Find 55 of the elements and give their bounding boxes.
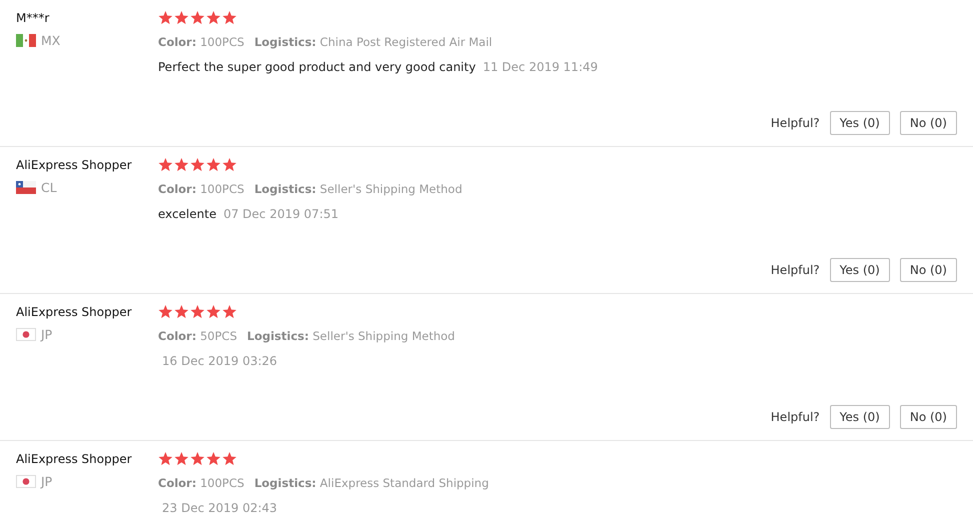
- review-text: Perfect the super good product and very good canity: [158, 60, 476, 74]
- star-icon: [206, 305, 221, 319]
- color-info: Color: 50PCS: [158, 328, 238, 345]
- review-date: 23 Dec 2019 02:43: [162, 501, 278, 515]
- yes-button[interactable]: Yes (0): [830, 258, 890, 282]
- country-code: JP: [41, 474, 52, 489]
- star-icon: [190, 305, 205, 319]
- review-date: 16 Dec 2019 03:26: [162, 354, 278, 368]
- logistics-info: Logistics: Seller's Shipping Method: [254, 181, 462, 198]
- logistics-info: Logistics: AliExpress Standard Shipping: [254, 475, 489, 492]
- reviewer-name: AliExpress Shopper: [16, 451, 133, 468]
- review-date: 11 Dec 2019 11:49: [482, 60, 598, 74]
- star-icon: [190, 11, 205, 25]
- star-icon: [158, 452, 173, 466]
- logistics-info: Logistics: Seller's Shipping Method: [247, 328, 455, 345]
- color-info: Color: 100PCS: [158, 181, 244, 198]
- helpful-label: Helpful?: [770, 410, 820, 424]
- star-icon: [158, 305, 173, 319]
- star-icon: [190, 158, 205, 172]
- star-icon: [174, 452, 189, 466]
- review-text: excelente: [158, 207, 216, 221]
- no-button[interactable]: No (0): [900, 405, 957, 430]
- star-icon: [174, 305, 189, 319]
- star-icon: [206, 158, 221, 172]
- flag-icon: [16, 328, 36, 341]
- star-icon: [174, 11, 189, 25]
- helpful-label: Helpful?: [770, 116, 820, 130]
- star-icon: [222, 452, 237, 466]
- star-icon: [206, 11, 221, 25]
- star-icon: [190, 452, 205, 466]
- color-info: Color: 100PCS: [158, 475, 244, 492]
- country-code: CL: [41, 180, 57, 195]
- logistics-info: Logistics: China Post Registered Air Mail: [254, 34, 492, 51]
- reviewer-name: AliExpress Shopper: [16, 304, 133, 321]
- flag-icon: [16, 34, 36, 47]
- review-date: 07 Dec 2019 07:51: [223, 207, 339, 221]
- reviewer-name: M***r: [16, 10, 50, 27]
- star-icon: [206, 452, 221, 466]
- star-icon: [222, 305, 237, 319]
- no-button[interactable]: No (0): [900, 258, 957, 282]
- star-icon: [174, 158, 189, 172]
- no-button[interactable]: No (0): [900, 111, 957, 136]
- reviewer-name: AliExpress Shopper: [16, 157, 133, 174]
- star-icon: [222, 158, 237, 172]
- color-info: Color: 100PCS: [158, 34, 244, 51]
- star-icon: [158, 11, 173, 25]
- yes-button[interactable]: Yes (0): [830, 405, 890, 430]
- star-icon: [158, 158, 173, 172]
- country-code: JP: [41, 327, 52, 342]
- flag-icon: [16, 181, 36, 194]
- helpful-label: Helpful?: [770, 263, 820, 278]
- star-icon: [222, 11, 237, 25]
- country-code: MX: [41, 33, 60, 48]
- yes-button[interactable]: Yes (0): [830, 111, 890, 136]
- flag-icon: [16, 475, 36, 488]
